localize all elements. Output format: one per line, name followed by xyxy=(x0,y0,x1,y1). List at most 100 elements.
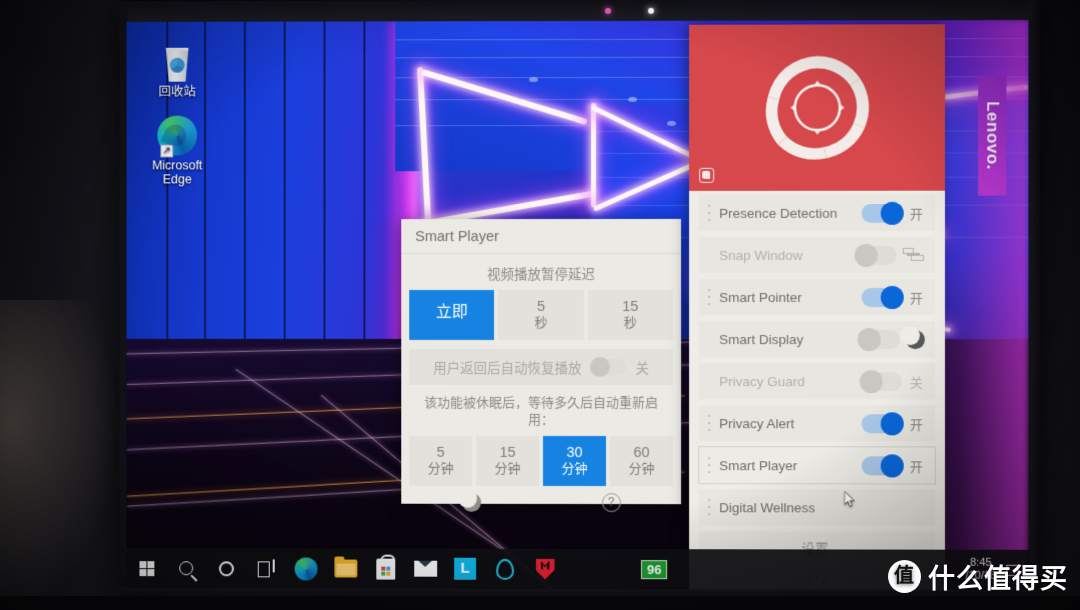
edge-icon xyxy=(294,556,318,580)
recycle-bin-icon xyxy=(135,36,220,82)
webcam-led-pink-icon xyxy=(605,7,612,14)
snap-window-toggle[interactable] xyxy=(854,243,897,267)
feature-row-list: Presence Detection 开 Snap Window Smart P… xyxy=(689,191,945,560)
aperture-shutter-logo-icon xyxy=(765,55,869,160)
search-button[interactable] xyxy=(166,548,206,588)
smart-pointer-toggle[interactable] xyxy=(861,285,904,309)
feature-label: Smart Player xyxy=(719,457,798,473)
reenable-option-unit: 分钟 xyxy=(628,461,655,477)
reenable-option-60min[interactable]: 60 分钟 xyxy=(610,436,674,487)
delay-option-unit: 秒 xyxy=(623,315,637,331)
lenovo-logo-text: Lenovo. xyxy=(983,101,1003,170)
delay-option-value: 15 xyxy=(622,298,639,316)
auto-resume-toggle[interactable] xyxy=(589,357,626,378)
cortana-button[interactable] xyxy=(206,548,246,588)
delay-option-5s[interactable]: 5 秒 xyxy=(498,289,584,341)
reenable-option-30min[interactable]: 30 分钟 xyxy=(543,435,607,487)
moon-icon xyxy=(906,330,925,349)
site-watermark: 值 什么值得买 xyxy=(888,557,1068,596)
reenable-option-value: 30 xyxy=(566,444,583,462)
reenable-option-5min[interactable]: 5 分钟 xyxy=(409,435,473,486)
desktop-icon-label-line2: Edge xyxy=(162,172,192,187)
feature-state: 关 xyxy=(909,374,923,390)
edge-button[interactable] xyxy=(286,548,326,588)
feature-row-smart-display[interactable]: Smart Display xyxy=(699,321,935,358)
feature-row-digital-wellness[interactable]: Digital Wellness xyxy=(699,489,935,526)
feature-state: 开 xyxy=(909,458,923,474)
feature-row-privacy-alert[interactable]: Privacy Alert 开 xyxy=(699,405,935,442)
task-view-button[interactable] xyxy=(246,548,286,588)
drag-handle-icon[interactable] xyxy=(705,288,713,306)
feature-row-presence-detection[interactable]: Presence Detection 开 xyxy=(699,194,935,231)
reenable-option-value: 15 xyxy=(499,444,516,461)
photograph-of-laptop: Lenovo. 回收站 ↗ Microsoft Edge Smart Playe… xyxy=(0,0,1080,610)
laptop-device: Lenovo. 回收站 ↗ Microsoft Edge Smart Playe… xyxy=(119,0,1040,604)
feature-row-smart-pointer[interactable]: Smart Pointer 开 xyxy=(699,278,935,316)
water-drop-icon xyxy=(496,558,515,580)
mail-button[interactable] xyxy=(405,549,445,589)
feature-row-snap-window[interactable]: Snap Window xyxy=(699,236,935,273)
smart-player-dialog: Smart Player 视频播放暂停延迟 立即 5 秒 15 秒 用户返回后自… xyxy=(401,218,682,513)
drag-handle-icon[interactable] xyxy=(705,204,713,221)
lenovo-smart-appearance-panel: Presence Detection 开 Snap Window Smart P… xyxy=(689,24,945,590)
privacy-guard-toggle[interactable] xyxy=(859,369,902,393)
delay-option-value: 5 xyxy=(536,299,546,315)
delay-option-unit: 秒 xyxy=(534,314,548,330)
start-button[interactable] xyxy=(127,548,167,588)
desktop-icon-label: 回收站 xyxy=(158,84,196,99)
reenable-section-label: 该功能被休眠后，等待多久后自动重新启用： xyxy=(424,394,659,427)
microsoft-store-button[interactable] xyxy=(365,549,405,589)
reenable-option-unit: 分钟 xyxy=(561,460,588,477)
lenovo-vantage-button[interactable]: L xyxy=(445,549,485,589)
delay-option-value: 立即 xyxy=(435,303,468,321)
laptop-right-bezel xyxy=(1029,0,1040,604)
desktop-icon-recycle-bin[interactable]: 回收站 xyxy=(135,36,220,99)
delay-option-immediate[interactable]: 立即 xyxy=(409,290,495,340)
windows-icon xyxy=(138,560,154,576)
mcafee-shield-icon xyxy=(536,558,555,579)
delay-option-15s[interactable]: 15 秒 xyxy=(587,289,674,341)
webcam-led-white-icon xyxy=(648,7,655,14)
reenable-option-15min[interactable]: 15 分钟 xyxy=(476,435,540,486)
reenable-option-value: 60 xyxy=(633,445,650,462)
reenable-option-unit: 分钟 xyxy=(494,460,521,476)
auto-resume-label: 用户返回后自动恢复播放 xyxy=(433,360,582,377)
dialog-title: Smart Player xyxy=(401,218,682,255)
search-icon xyxy=(179,561,194,576)
folder-icon xyxy=(333,559,357,578)
privacy-alert-toggle[interactable] xyxy=(861,411,904,435)
store-icon xyxy=(375,558,395,580)
edge-icon: ↗ xyxy=(135,110,220,158)
auto-resume-row[interactable]: 用户返回后自动恢复播放 关 xyxy=(409,348,674,386)
smart-display-toggle[interactable] xyxy=(857,327,900,351)
desktop-icon-label-line1: Microsoft xyxy=(152,158,203,173)
feature-row-privacy-guard[interactable]: Privacy Guard 关 xyxy=(699,363,935,400)
feature-state: 开 xyxy=(909,416,923,432)
room-foreground xyxy=(0,596,1080,610)
feature-label: Digital Wellness xyxy=(719,499,816,515)
watermark-text: 什么值得买 xyxy=(928,564,1068,594)
help-icon[interactable]: ? xyxy=(601,493,621,513)
drop-app-button[interactable] xyxy=(485,549,525,589)
cortana-icon xyxy=(218,560,234,576)
drag-handle-icon[interactable] xyxy=(705,415,713,432)
feature-label: Privacy Alert xyxy=(719,415,795,431)
reenable-option-value: 5 xyxy=(436,444,445,461)
moon-icon[interactable] xyxy=(461,492,481,512)
feature-label: Smart Pointer xyxy=(719,289,802,305)
feature-row-smart-player[interactable]: Smart Player 开 xyxy=(698,446,936,485)
drag-handle-icon[interactable] xyxy=(705,499,713,516)
file-explorer-button[interactable] xyxy=(325,549,365,589)
desktop-icon-microsoft-edge[interactable]: ↗ Microsoft Edge xyxy=(135,110,220,187)
presence-detection-toggle[interactable] xyxy=(861,201,904,225)
feature-label: Smart Display xyxy=(719,331,804,347)
feature-label: Privacy Guard xyxy=(719,373,805,389)
drag-handle-icon[interactable] xyxy=(705,457,713,474)
battery-badge[interactable]: 96 xyxy=(641,559,668,579)
shortcut-arrow-icon: ↗ xyxy=(160,144,174,158)
smart-player-toggle[interactable] xyxy=(861,453,904,477)
mcafee-button[interactable] xyxy=(525,549,565,589)
reenable-option-group: 5 分钟 15 分钟 30 分钟 60 分钟 xyxy=(401,435,681,487)
snap-window-icon xyxy=(902,247,925,262)
feature-label: Presence Detection xyxy=(719,205,838,221)
